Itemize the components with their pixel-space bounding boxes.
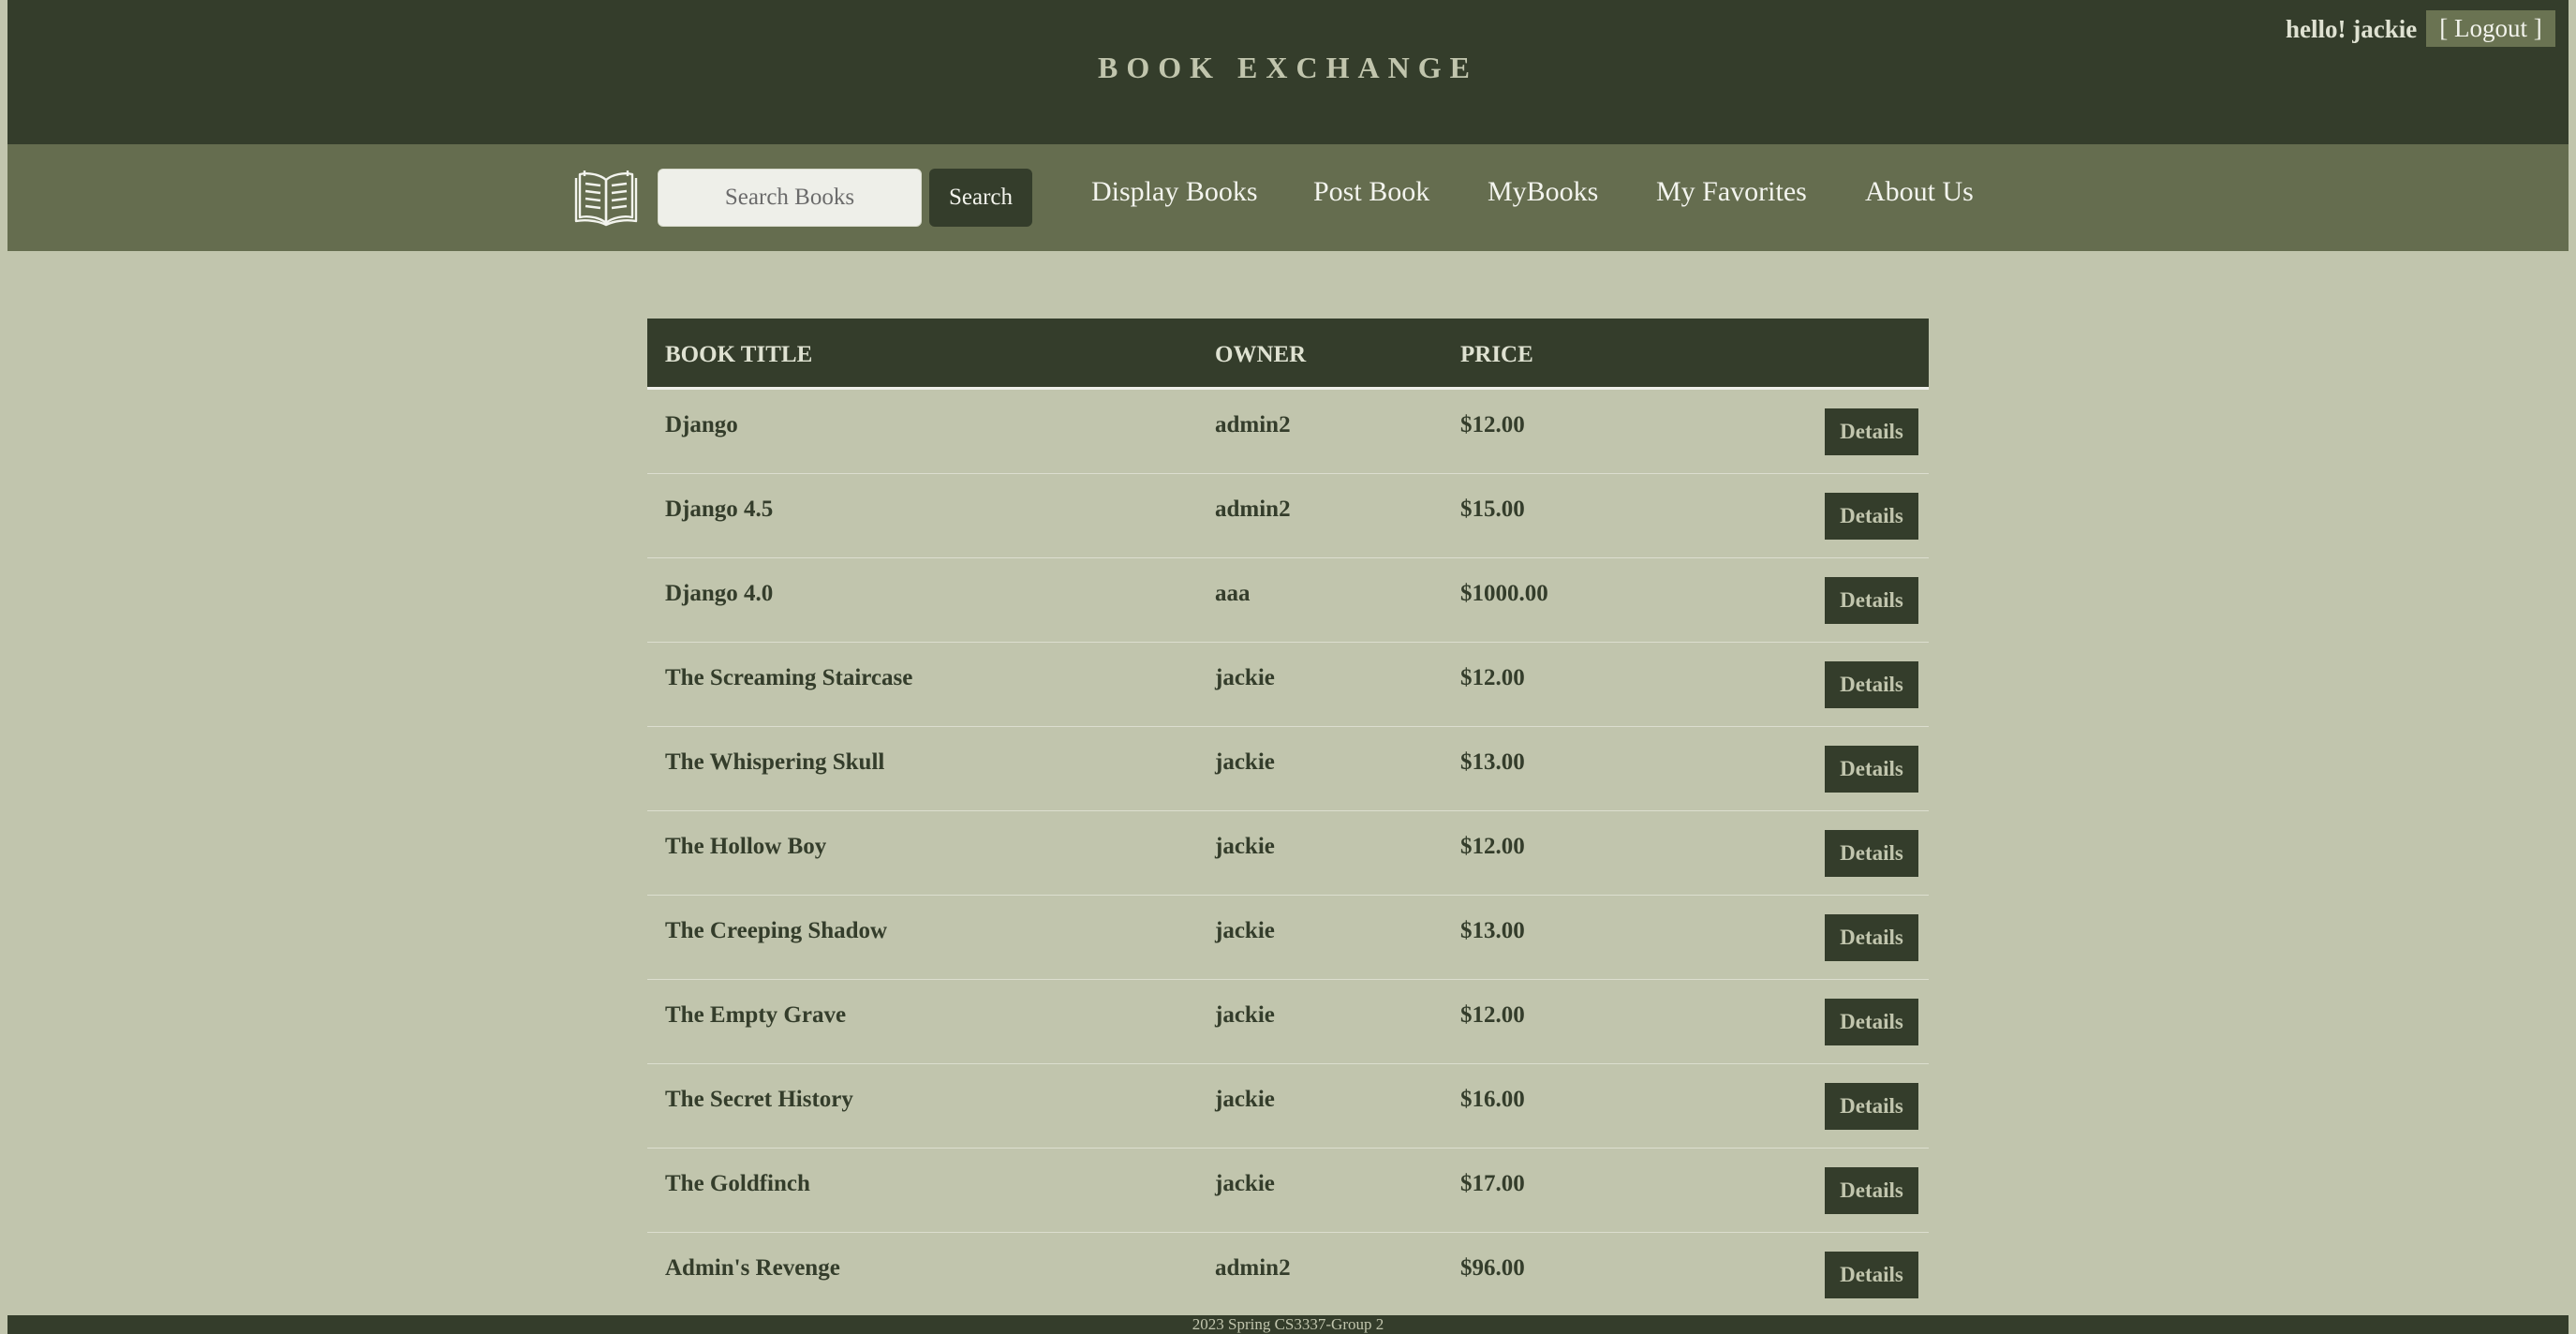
nav-post-book[interactable]: Post Book (1313, 176, 1429, 208)
book-price: $13.00 (1460, 749, 1525, 775)
table-row: Admin's Revenge admin2 $96.00 Details (647, 1233, 1929, 1317)
table-row: The Goldfinch jackie $17.00 Details (647, 1149, 1929, 1233)
nav-bar: Search Display Books Post Book MyBooks M… (7, 144, 2569, 251)
book-owner: jackie (1215, 665, 1275, 690)
nav-display-books[interactable]: Display Books (1091, 176, 1258, 208)
table-row: The Hollow Boy jackie $12.00 Details (647, 811, 1929, 896)
table-row: The Screaming Staircase jackie $12.00 Detai… (647, 643, 1929, 727)
book-title: The Secret History (665, 1087, 853, 1112)
column-header-owner: OWNER (1215, 342, 1307, 367)
book-title: The Goldfinch (665, 1171, 810, 1196)
book-title: Django 4.5 (665, 497, 774, 522)
book-title: Django 4.0 (665, 581, 774, 606)
details-button[interactable]: Details (1825, 1167, 1918, 1214)
books-table: BOOK TITLE OWNER PRICE Django admin2 $12.0… (647, 319, 1929, 1317)
book-price: $12.00 (1460, 834, 1525, 859)
book-owner: admin2 (1215, 1255, 1291, 1281)
book-title: The Whispering Skull (665, 749, 885, 775)
user-greeting: hello! jackie (2286, 15, 2418, 43)
book-owner: jackie (1215, 918, 1275, 943)
table-row: The Empty Grave jackie $12.00 Details (647, 980, 1929, 1064)
open-book-icon[interactable] (573, 163, 639, 229)
details-button[interactable]: Details (1825, 577, 1918, 624)
details-button[interactable]: Details (1825, 999, 1918, 1045)
book-price: $13.00 (1460, 918, 1525, 943)
nav-mybooks[interactable]: MyBooks (1488, 176, 1598, 208)
table-body: Django admin2 $12.00 Details Django 4.5 admin… (647, 390, 1929, 1317)
table-row: The Secret History jackie $16.00 Details (647, 1064, 1929, 1149)
table-row: Django 4.5 admin2 $15.00 Details (647, 474, 1929, 558)
book-title: The Screaming Staircase (665, 665, 913, 690)
book-price: $96.00 (1460, 1255, 1525, 1281)
logout-button[interactable]: [ Logout ] (2426, 10, 2555, 47)
table-row: Django admin2 $12.00 Details (647, 390, 1929, 474)
book-price: $17.00 (1460, 1171, 1525, 1196)
book-owner: jackie (1215, 749, 1275, 775)
book-owner: jackie (1215, 1171, 1275, 1196)
book-title: The Hollow Boy (665, 834, 827, 859)
book-price: $16.00 (1460, 1087, 1525, 1112)
site-header: BOOK EXCHANGE hello! jackie [ Logout ] (7, 0, 2569, 144)
details-button[interactable]: Details (1825, 493, 1918, 540)
book-title: The Empty Grave (665, 1002, 847, 1028)
details-button[interactable]: Details (1825, 1252, 1918, 1298)
book-price: $1000.00 (1460, 581, 1548, 606)
footer: 2023 Spring CS3337-Group 2 (7, 1315, 2569, 1334)
book-price: $12.00 (1460, 665, 1525, 690)
column-header-title: BOOK TITLE (665, 342, 813, 367)
book-owner: jackie (1215, 1087, 1275, 1112)
table-row: The Creeping Shadow jackie $13.00 Details (647, 896, 1929, 980)
book-owner: admin2 (1215, 497, 1291, 522)
book-title: Admin's Revenge (665, 1255, 840, 1281)
table-header: BOOK TITLE OWNER PRICE (647, 319, 1929, 390)
book-owner: jackie (1215, 1002, 1275, 1028)
table-row: Django 4.0 aaa $1000.00 Details (647, 558, 1929, 643)
site-title: BOOK EXCHANGE (1098, 51, 1478, 84)
book-owner: aaa (1215, 581, 1251, 606)
book-price: $12.00 (1460, 412, 1525, 437)
nav-about-us[interactable]: About Us (1865, 176, 1974, 208)
details-button[interactable]: Details (1825, 661, 1918, 708)
details-button[interactable]: Details (1825, 746, 1918, 793)
book-title: The Creeping Shadow (665, 918, 888, 943)
column-header-price: PRICE (1460, 342, 1533, 367)
search-button[interactable]: Search (929, 169, 1032, 227)
search-input[interactable] (658, 169, 922, 227)
book-title: Django (665, 412, 738, 437)
nav-my-favorites[interactable]: My Favorites (1656, 176, 1807, 208)
details-button[interactable]: Details (1825, 830, 1918, 877)
book-price: $15.00 (1460, 497, 1525, 522)
page: BOOK EXCHANGE hello! jackie [ Logout ] S… (7, 0, 2569, 1334)
book-price: $12.00 (1460, 1002, 1525, 1028)
details-button[interactable]: Details (1825, 408, 1918, 455)
details-button[interactable]: Details (1825, 1083, 1918, 1130)
details-button[interactable]: Details (1825, 914, 1918, 961)
table-row: The Whispering Skull jackie $13.00 Details (647, 727, 1929, 811)
book-owner: jackie (1215, 834, 1275, 859)
book-owner: admin2 (1215, 412, 1291, 437)
